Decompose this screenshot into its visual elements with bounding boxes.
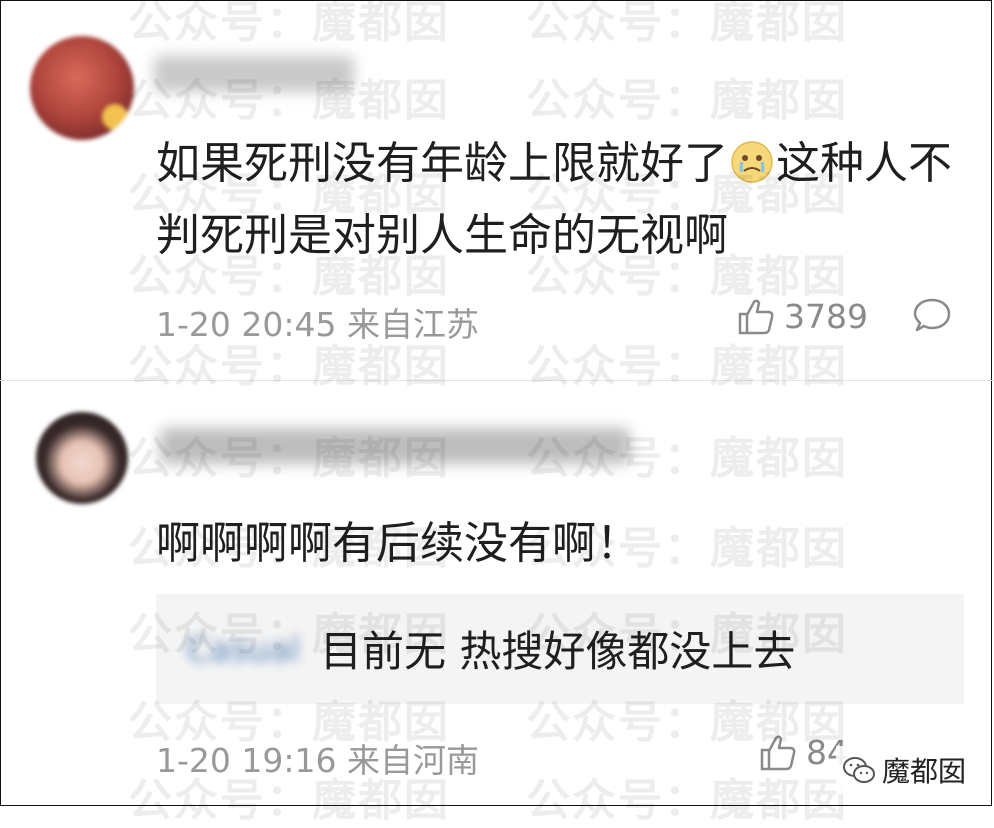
like-button[interactable]: 84 bbox=[758, 733, 848, 772]
comment-text-part: 如果死刑没有年龄上限就好了 bbox=[156, 138, 728, 189]
badge-icon bbox=[102, 104, 128, 130]
commenter-name-blurred bbox=[160, 428, 630, 464]
comment-text: 如果死刑没有年龄上限就好了 这种人不判死刑是对别人生命的无视啊 bbox=[156, 128, 966, 272]
comment-text: 啊啊啊啊有后续没有啊！ bbox=[156, 518, 640, 569]
source-signature: 魔都囡 bbox=[835, 746, 972, 794]
comment-divider bbox=[0, 380, 994, 381]
commenter-avatar[interactable] bbox=[30, 36, 134, 140]
reply-box[interactable]: Casual 目前无 热搜好像都没上去 bbox=[156, 594, 964, 704]
like-count: 3789 bbox=[784, 297, 868, 336]
thumbs-up-icon bbox=[760, 734, 796, 770]
crying-face-emoji-icon bbox=[731, 141, 773, 183]
like-button[interactable]: 3789 bbox=[736, 297, 868, 336]
reply-bubble-icon[interactable] bbox=[912, 296, 952, 334]
wechat-icon bbox=[842, 757, 875, 783]
reply-author-name[interactable]: Casual bbox=[186, 630, 300, 670]
comment-time-location: 1-20 19:16 来自河南 bbox=[156, 741, 479, 780]
signature-text: 魔都囡 bbox=[881, 755, 966, 788]
commenter-avatar[interactable] bbox=[36, 412, 128, 504]
comment-time-location: 1-20 20:45 来自江苏 bbox=[156, 305, 479, 344]
thumbs-up-icon bbox=[738, 298, 774, 334]
commenter-name-blurred bbox=[154, 56, 354, 92]
reply-text: 目前无 热搜好像都没上去 bbox=[320, 627, 796, 676]
